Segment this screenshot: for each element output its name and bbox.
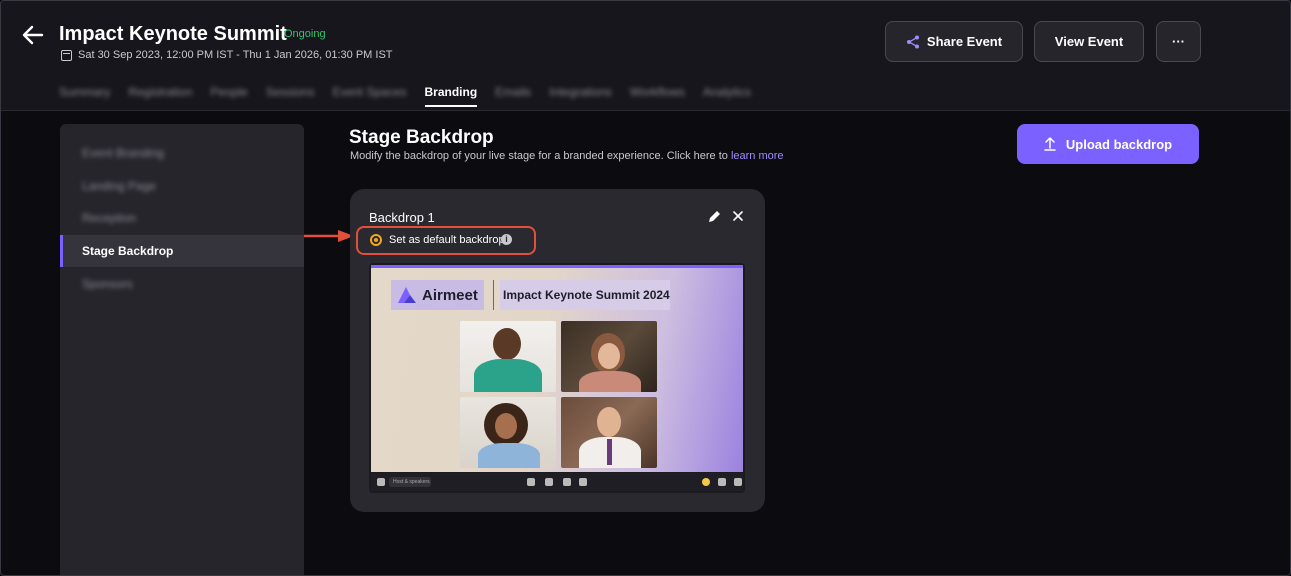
calendar-icon xyxy=(61,49,72,61)
tab-workflows[interactable]: Workflows xyxy=(630,85,685,99)
upload-backdrop-button[interactable]: Upload backdrop xyxy=(1017,124,1199,164)
annotation-arrow-icon xyxy=(304,230,354,242)
screen-share-icon xyxy=(563,478,571,486)
tab-branding[interactable]: Branding xyxy=(424,85,477,107)
page-subtitle-text: Modify the backdrop of your live stage f… xyxy=(350,150,728,162)
logo-divider xyxy=(493,280,494,310)
branding-sidebar: Event Branding Landing Page Reception St… xyxy=(60,124,304,575)
back-arrow-icon[interactable] xyxy=(21,23,45,47)
speaker-photo xyxy=(561,321,657,392)
view-event-button[interactable]: View Event xyxy=(1034,21,1144,62)
page-title: Stage Backdrop xyxy=(349,127,494,148)
share-event-button[interactable]: Share Event xyxy=(885,21,1023,62)
brand-name: Airmeet xyxy=(422,286,478,304)
grid-icon xyxy=(377,478,385,486)
sidebar-item-sponsors[interactable]: Sponsors xyxy=(60,268,304,300)
tab-people[interactable]: People xyxy=(210,85,247,99)
sidebar-item-event-branding[interactable]: Event Branding xyxy=(60,137,304,169)
more-options-icon: ··· xyxy=(1172,34,1185,49)
airmeet-logo: Airmeet xyxy=(391,280,484,310)
tab-emails[interactable]: Emails xyxy=(495,85,531,99)
share-event-label: Share Event xyxy=(926,34,1003,49)
pencil-icon[interactable] xyxy=(707,210,721,224)
backdrop-card: Backdrop 1 Set as default backdrop i Air… xyxy=(350,189,765,512)
sidebar-item-landing-page[interactable]: Landing Page xyxy=(60,170,304,202)
speaker-photo xyxy=(460,321,556,392)
mic-icon xyxy=(545,478,553,486)
settings-icon xyxy=(579,478,587,486)
event-header: Impact Keynote Summit Ongoing Sat 30 Sep… xyxy=(1,1,1290,111)
event-title: Impact Keynote Summit xyxy=(59,23,287,45)
upload-backdrop-label: Upload backdrop xyxy=(1065,136,1173,152)
event-tabs: Summary Registration People Sessions Eve… xyxy=(59,85,769,107)
sidebar-item-label: Reception xyxy=(82,211,137,225)
speaker-photo xyxy=(561,397,657,468)
tab-integrations[interactable]: Integrations xyxy=(549,85,612,99)
default-backdrop-radio[interactable] xyxy=(370,234,382,246)
sidebar-item-reception[interactable]: Reception xyxy=(60,202,304,234)
airmeet-logo-icon xyxy=(398,287,416,303)
stage-toolbar: Host & speakers xyxy=(371,473,743,491)
sidebar-item-stage-backdrop[interactable]: Stage Backdrop xyxy=(60,235,304,267)
learn-more-link[interactable]: learn more xyxy=(731,150,784,162)
camera-icon xyxy=(527,478,535,486)
page-subtitle: Modify the backdrop of your live stage f… xyxy=(350,150,784,162)
event-dates-text: Sat 30 Sep 2023, 12:00 PM IST - Thu 1 Ja… xyxy=(78,49,393,61)
stage-preview: Airmeet Impact Keynote Summit 2024 xyxy=(371,265,743,472)
sidebar-item-label: Landing Page xyxy=(82,179,157,193)
host-speakers-pill: Host & speakers xyxy=(389,477,431,487)
sidebar-item-label: Event Branding xyxy=(82,146,165,160)
sidebar-item-label: Stage Backdrop xyxy=(82,244,174,258)
backdrop-name: Backdrop 1 xyxy=(369,210,435,225)
default-backdrop-label[interactable]: Set as default backdrop xyxy=(389,234,505,246)
apps-icon xyxy=(718,478,726,486)
more-options-button[interactable]: ··· xyxy=(1156,21,1201,62)
sidebar-item-label: Sponsors xyxy=(82,277,133,291)
info-icon[interactable]: i xyxy=(501,234,512,245)
upload-icon xyxy=(1044,137,1056,151)
backdrop-preview: Airmeet Impact Keynote Summit 2024 Host … xyxy=(369,263,745,493)
close-icon[interactable] xyxy=(731,209,745,223)
tab-summary[interactable]: Summary xyxy=(59,85,110,99)
app-frame: Impact Keynote Summit Ongoing Sat 30 Sep… xyxy=(0,0,1291,576)
event-dates: Sat 30 Sep 2023, 12:00 PM IST - Thu 1 Ja… xyxy=(61,49,393,61)
tab-analytics[interactable]: Analytics xyxy=(703,85,751,99)
view-event-label: View Event xyxy=(1054,34,1124,49)
emoji-icon xyxy=(702,478,710,486)
tab-event-spaces[interactable]: Event Spaces xyxy=(332,85,406,99)
preview-event-title: Impact Keynote Summit 2024 xyxy=(500,280,670,310)
chat-icon xyxy=(734,478,742,486)
tab-registration[interactable]: Registration xyxy=(128,85,192,99)
tab-sessions[interactable]: Sessions xyxy=(266,85,315,99)
share-icon xyxy=(906,35,919,48)
speaker-photo xyxy=(460,397,556,468)
status-badge: Ongoing xyxy=(284,28,326,40)
